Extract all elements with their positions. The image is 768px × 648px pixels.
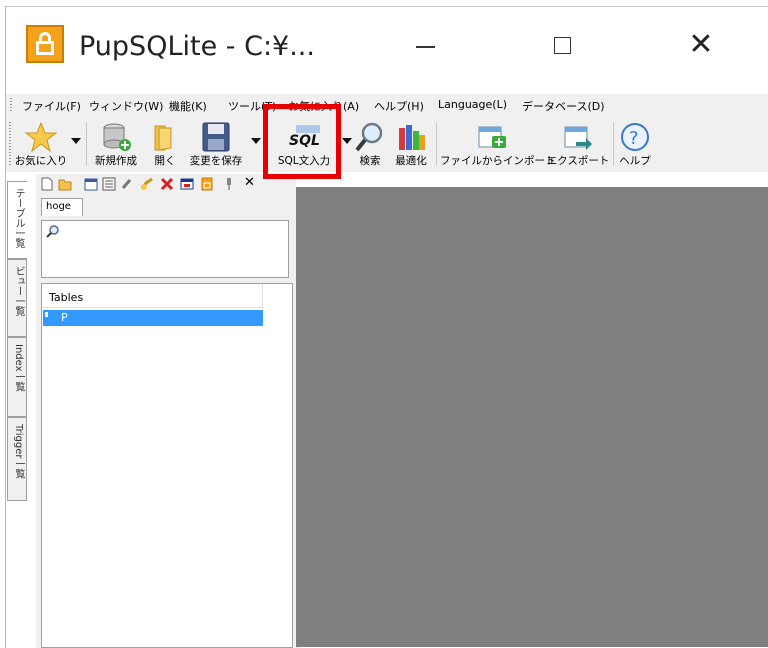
magnifier-icon <box>355 122 383 152</box>
table-panel: hoge Tables P <box>36 192 297 648</box>
delete-icon[interactable] <box>160 177 174 191</box>
lock-icon[interactable] <box>200 177 214 191</box>
folder-icon <box>154 125 172 151</box>
close-icon: ✕ <box>688 27 714 62</box>
table-row[interactable]: P <box>43 310 263 326</box>
new-file-icon[interactable] <box>40 177 54 191</box>
import-label: ファイルからインポート <box>440 155 556 167</box>
help-button[interactable]: ? ヘルプ <box>616 118 654 170</box>
sql-input-highlight <box>263 104 341 179</box>
menu-window[interactable]: ウィンドウ(W) <box>89 98 163 114</box>
database-tab[interactable]: hoge <box>41 198 83 216</box>
attach-icon[interactable] <box>120 177 134 191</box>
table-search-input[interactable] <box>41 220 289 278</box>
tab-trigger-list-label: Trigger一覧 <box>13 424 24 479</box>
floppy-disk-icon <box>202 122 230 152</box>
minimize-icon <box>416 46 435 48</box>
open-folder-icon[interactable] <box>58 177 72 191</box>
favorites-dropdown-arrow[interactable] <box>71 138 81 144</box>
tab-table-list-label: テーブル一覧 <box>13 188 24 248</box>
table-subtoolbar: ✕ <box>36 174 296 194</box>
sql-dropdown-arrow[interactable] <box>342 138 352 144</box>
table-name: P <box>61 311 68 324</box>
import-icon <box>478 126 506 148</box>
calendar-icon[interactable] <box>84 177 98 191</box>
workspace-area <box>296 187 768 647</box>
import-from-file-button[interactable]: ファイルからインポート <box>440 118 556 170</box>
table-list-icon[interactable] <box>102 177 116 191</box>
svg-text:?: ? <box>629 128 639 149</box>
optimize-icon <box>399 125 425 150</box>
menu-features[interactable]: 機能(K) <box>169 98 207 114</box>
toolbar-separator <box>86 122 87 166</box>
pin-icon[interactable] <box>222 177 236 191</box>
minimize-button[interactable] <box>402 25 448 65</box>
help-icon: ? <box>621 123 649 151</box>
maximize-icon <box>554 37 571 54</box>
save-dropdown-arrow[interactable] <box>251 138 261 144</box>
search-icon <box>46 225 59 238</box>
search-button[interactable]: 検索 <box>352 118 388 170</box>
favorites-button[interactable]: お気に入り <box>12 118 70 170</box>
open-label: 開く <box>154 155 176 167</box>
optimize-label: 最適化 <box>395 155 427 167</box>
tab-view-list[interactable]: ビュー一覧 <box>7 259 27 337</box>
toolbar-separator <box>436 122 437 166</box>
title-bar: PupSQLite - C:¥... ✕ <box>6 7 768 87</box>
optimize-button[interactable]: 最適化 <box>390 118 432 170</box>
tab-view-list-label: ビュー一覧 <box>13 266 24 316</box>
export-button[interactable]: エクスポート <box>546 118 610 170</box>
broom-icon[interactable] <box>140 177 154 191</box>
save-changes-label: 変更を保存 <box>189 155 243 167</box>
search-label: 検索 <box>359 155 381 167</box>
tab-trigger-list[interactable]: Trigger一覧 <box>7 417 27 501</box>
tab-index-list-label: Index一覧 <box>13 344 24 392</box>
open-button[interactable]: 開く <box>150 118 180 170</box>
star-icon <box>25 122 57 152</box>
export-icon <box>564 126 592 150</box>
menu-database[interactable]: データベース(D) <box>522 98 605 114</box>
table-tree[interactable]: Tables P <box>41 283 293 648</box>
menu-language[interactable]: Language(L) <box>438 98 507 111</box>
side-tab-strip: テーブル一覧 ビュー一覧 Index一覧 Trigger一覧 <box>7 179 29 501</box>
toolbar-grip[interactable] <box>9 122 11 166</box>
tab-table-list[interactable]: テーブル一覧 <box>7 181 27 259</box>
menubar-grip[interactable] <box>10 98 12 113</box>
panel-close-icon[interactable]: ✕ <box>244 175 258 190</box>
table-flag-icon <box>45 312 48 317</box>
menu-help[interactable]: ヘルプ(H) <box>374 98 424 114</box>
tab-index-list[interactable]: Index一覧 <box>7 337 27 417</box>
toolbar-separator <box>613 122 614 166</box>
save-changes-button[interactable]: 変更を保存 <box>184 118 248 170</box>
tree-header-tables[interactable]: Tables <box>43 284 263 308</box>
close-button[interactable]: ✕ <box>678 25 724 65</box>
window-title: PupSQLite - C:¥... <box>79 31 315 62</box>
export-label: エクスポート <box>546 155 610 167</box>
app-lock-icon <box>26 25 64 63</box>
window-icon[interactable] <box>180 177 194 191</box>
new-database-icon <box>103 123 131 151</box>
new-label: 新規作成 <box>95 155 137 167</box>
menu-file[interactable]: ファイル(F) <box>22 98 81 114</box>
main-toolbar: お気に入り 新規作成 開く 変更を保存 SQL SQL文入力 検索 最適化 ファ… <box>6 116 768 172</box>
maximize-button[interactable] <box>540 25 586 65</box>
favorites-label: お気に入り <box>14 155 68 167</box>
new-database-button[interactable]: 新規作成 <box>90 118 142 170</box>
help-label: ヘルプ <box>619 155 651 167</box>
menu-bar: ファイル(F) ウィンドウ(W) 機能(K) ツール(T) お気に入り(A) ヘ… <box>6 94 768 116</box>
